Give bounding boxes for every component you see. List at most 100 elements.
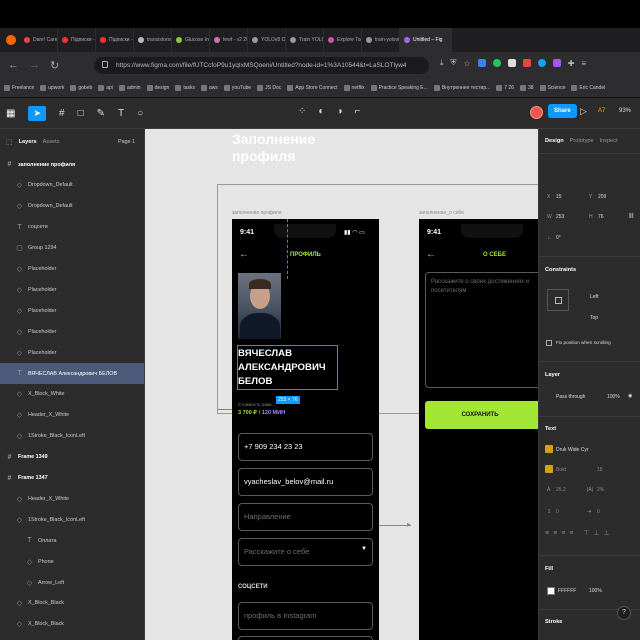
next-field[interactable] (238, 636, 373, 640)
paragraph-indent-input[interactable]: 0 (597, 509, 600, 515)
layer-item[interactable]: ◇ Dropdown_Default (0, 175, 144, 196)
frame-tool-icon[interactable]: # (59, 108, 65, 119)
component-icon[interactable]: ⁘ (298, 106, 306, 117)
extension-icon[interactable] (492, 59, 501, 67)
align-top-icon[interactable]: ⊤ (583, 529, 589, 537)
help-button[interactable]: ? (617, 606, 631, 620)
constraints-widget[interactable] (547, 289, 569, 311)
frame-label[interactable]: заполнение_о себе (419, 210, 464, 216)
layer-item[interactable]: ◇ Placeholder (0, 321, 144, 342)
layer-item[interactable]: ◇ Phone (0, 551, 144, 572)
tab-layers[interactable]: Layers (19, 139, 37, 145)
bookmark-item[interactable]: 7 26 (496, 84, 514, 91)
x-input[interactable]: 15 (556, 194, 562, 200)
phone-frame-about[interactable]: 9:41 ← О СЕБЕ Расскажите о своих достиже… (419, 219, 538, 640)
align-justify-icon[interactable]: ≡ (569, 530, 573, 537)
layer-item[interactable]: ◇ Placeholder (0, 279, 144, 300)
avatar[interactable] (530, 106, 543, 119)
comment-tool-icon[interactable]: ○ (137, 108, 143, 119)
download-icon[interactable]: ⤓ (440, 58, 444, 68)
layer-item[interactable]: ◇ Header_X_White (0, 405, 144, 426)
browser-tab[interactable]: Train YOLOv8 (286, 28, 324, 52)
back-arrow-icon[interactable]: ← (239, 249, 249, 260)
bookmark-item[interactable]: tasks (175, 84, 195, 91)
extension-icon[interactable] (522, 59, 531, 67)
browser-tab[interactable]: Підписки - You (96, 28, 134, 52)
profile-field[interactable]: vyacheslav_belov@mail.ru (238, 468, 373, 496)
shape-tool-icon[interactable]: □ (78, 108, 84, 119)
fill-hex-input[interactable]: FFFFFF (558, 588, 576, 594)
tab-assets[interactable]: Assets (43, 139, 60, 145)
bookmark-item[interactable]: Freelance (4, 84, 34, 91)
about-dropdown[interactable]: Расскажите о себе (238, 538, 373, 566)
bookmark-item[interactable]: upwork (40, 84, 64, 91)
browser-tab[interactable]: train-yolov8-cu (362, 28, 400, 52)
layer-item[interactable]: ◇ X_Block_Black (0, 593, 144, 614)
font-family-select[interactable]: Druk Wide Cyr (556, 447, 589, 453)
align-right-icon[interactable]: ≡ (561, 530, 565, 537)
browser-tab[interactable]: Підписки - You (58, 28, 96, 52)
browser-tab[interactable]: Glucose Insight (172, 28, 210, 52)
menu-icon[interactable]: ≡ (581, 59, 586, 68)
letter-spacing-input[interactable]: 2% (597, 487, 604, 493)
bookmark-item[interactable]: JS Doc (257, 84, 281, 91)
profile-name[interactable]: ВЯЧЕСЛАВ АЛЕКСАНДРОВИЧ БЕЛОВ (238, 347, 342, 389)
font-size-input[interactable]: 18 (597, 467, 603, 473)
align-middle-icon[interactable]: ⊥ (593, 529, 599, 537)
bookmark-item[interactable]: Practice Speaking E... (370, 84, 428, 91)
puzzle-icon[interactable]: ✚ (568, 59, 575, 68)
align-left-icon[interactable]: ≡ (545, 530, 549, 537)
layer-item[interactable]: ◇ Placeholder (0, 342, 144, 363)
layer-item[interactable]: T ВЯЧЕСЛАВ Александрович БЕЛОВ (0, 363, 144, 384)
firefox-icon[interactable] (6, 35, 16, 45)
fill-swatch[interactable] (547, 587, 555, 595)
paragraph-spacing-input[interactable]: 0 (556, 509, 559, 515)
tab-prototype[interactable]: Prototype (570, 138, 594, 144)
back-arrow-icon[interactable]: ← (426, 249, 436, 260)
layer-item[interactable]: ◇ Arrow_Left (0, 572, 144, 593)
bookmark-item[interactable]: App Store Connect (287, 84, 338, 91)
layer-item[interactable]: ▢ Group 1294 (0, 238, 144, 259)
layer-opacity-input[interactable]: 100% (607, 394, 620, 400)
profile-field[interactable]: Направление (238, 503, 373, 531)
frame-label[interactable]: заполнение профиля (232, 210, 281, 216)
browser-tab[interactable]: Dare! Care - Th (20, 28, 58, 52)
pen-tool-icon[interactable]: ✎ (97, 108, 105, 119)
forward-icon[interactable]: → (29, 59, 40, 71)
layer-frame-item[interactable]: # Frame 1349 (0, 447, 144, 468)
instagram-field[interactable]: профиль в Instagram (238, 602, 373, 630)
boolean-icon[interactable]: ◑ (336, 106, 342, 117)
layer-item[interactable]: ◇ Placeholder (0, 259, 144, 280)
browser-tab[interactable]: Explore Top Co (324, 28, 362, 52)
layer-item[interactable]: ◇ X_Block_Black (0, 614, 144, 635)
font-weight-select[interactable]: Bold (556, 467, 566, 473)
bookmark-item[interactable]: youTube (223, 84, 251, 91)
present-icon[interactable]: ▷ (580, 106, 587, 117)
extension-icon[interactable] (507, 59, 516, 67)
w-input[interactable]: 253 (556, 214, 564, 220)
browser-tab[interactable]: YOLOv8 Object (248, 28, 286, 52)
layer-item[interactable]: T Оплата (0, 530, 144, 551)
url-input[interactable]: https://www.figma.com/file/fUTCcfoP9u1yq… (94, 57, 429, 74)
align-bottom-icon[interactable]: ⊥ (604, 529, 610, 537)
extension-icon[interactable] (552, 59, 561, 67)
zoom-level[interactable]: 93% (619, 108, 631, 114)
fix-position-checkbox[interactable] (546, 340, 552, 346)
tab-design[interactable]: Design (545, 138, 564, 144)
line-height-input[interactable]: 25,2 (556, 487, 566, 493)
bookmark-item[interactable]: gobeb (70, 84, 92, 91)
bookmark-item[interactable]: aws (200, 84, 218, 91)
text-tool-icon[interactable]: T (118, 108, 124, 119)
rotation-input[interactable]: 0° (556, 235, 561, 241)
extension-icon[interactable] (537, 59, 546, 67)
constraint-h-select[interactable]: Left (590, 294, 598, 300)
layer-item[interactable]: ◇ Placeholder (0, 300, 144, 321)
phone-frame-profile[interactable]: 9:41 ▮▮ ◠ ▭ ← ПРОФИЛЬ ВЯЧЕСЛАВ АЛЕКСАНДР… (232, 219, 379, 640)
move-tool-icon[interactable]: ➤ (28, 106, 46, 121)
bookmark-item[interactable]: Внутреннее тестир... (433, 84, 490, 91)
profile-field[interactable]: +7 909 234 23 23 (238, 433, 373, 461)
browser-tab[interactable]: fewf - v2 2023 (210, 28, 248, 52)
layer-frame-item[interactable]: # заполнение профиля (0, 154, 144, 175)
align-center-icon[interactable]: ≡ (553, 530, 557, 537)
browser-tab[interactable]: Untitled – Fig (400, 28, 452, 52)
